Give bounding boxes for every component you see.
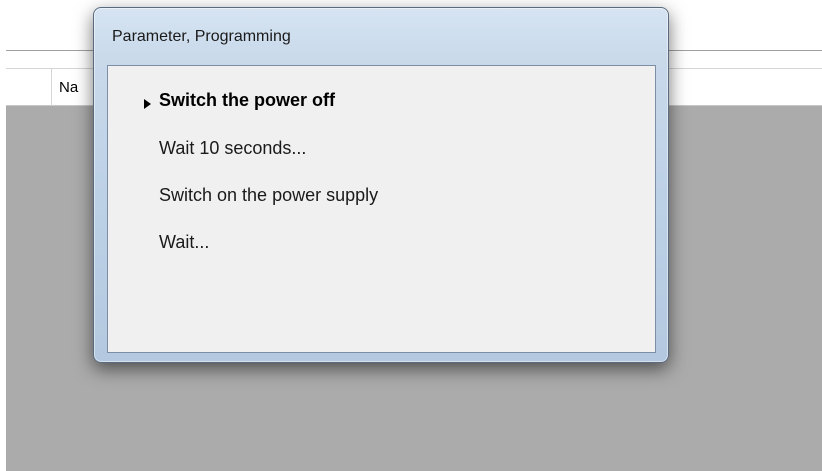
screen: Na Parameter, Programming Switch the pow… [0,0,822,471]
step-wait-10-seconds: Wait 10 seconds... [159,138,307,158]
programming-dialog: Parameter, Programming Switch the power … [93,7,669,363]
dialog-title: Parameter, Programming [112,28,291,45]
column-header-name[interactable]: Na [59,79,78,96]
step-wait: Wait... [159,232,210,252]
step-switch-power-off: Switch the power off [159,90,336,110]
column-separator[interactable] [51,69,52,106]
dialog-client-area: Switch the power off Wait 10 seconds... … [107,65,656,353]
triangle-right-icon [144,99,151,109]
step-switch-on-power: Switch on the power supply [159,185,379,205]
